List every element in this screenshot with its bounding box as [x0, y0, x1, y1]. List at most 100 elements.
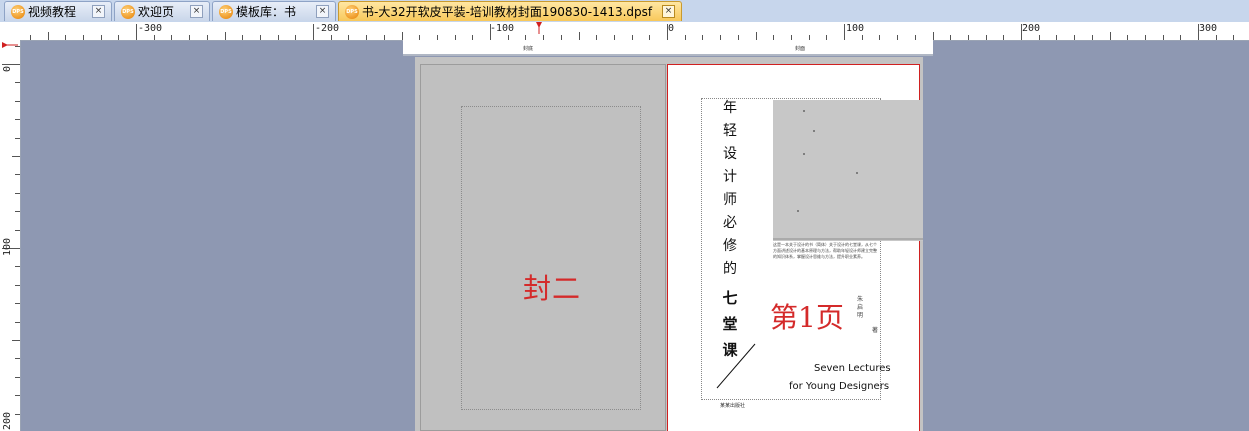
ruler-label: -200 — [315, 23, 340, 34]
ruler-tick — [986, 35, 987, 40]
ruler-tick — [207, 35, 208, 40]
ruler-tick — [15, 395, 20, 396]
dps-icon: DPS — [11, 4, 25, 19]
author-suffix: 著 — [872, 327, 879, 334]
ruler-tick — [1056, 35, 1057, 40]
tab-label: 模板库：书 — [236, 5, 297, 19]
ruler-label: 100 — [846, 23, 865, 34]
ruler-tick — [15, 303, 20, 304]
ruler-tick — [402, 32, 403, 40]
ruler-tick — [15, 101, 20, 102]
ruler-tick — [1074, 35, 1075, 40]
back-cover-label: 封底 — [523, 46, 534, 52]
title-char: 师 — [723, 192, 737, 208]
ruler-tick — [15, 377, 20, 378]
ruler-tick — [48, 32, 49, 40]
vertical-book-title[interactable]: 年 轻 设 计 师 必 修 的 七 堂 课 — [722, 97, 738, 363]
ruler-label: 200 — [1022, 23, 1041, 34]
ruler-label: 0 — [668, 23, 675, 34]
tab-current-document[interactable]: DPS 书-大32开软皮平装-培训教材封面190830-1413.dpsf × — [338, 1, 682, 21]
ruler-tick — [15, 119, 20, 120]
dps-icon: DPS — [345, 4, 359, 19]
image-marker — [797, 210, 799, 212]
title-char: 的 — [723, 261, 737, 277]
title-char: 设 — [723, 146, 737, 162]
spread-guide-strip: 封底 封面 — [403, 40, 933, 56]
vertical-ruler[interactable] — [0, 40, 21, 431]
ruler-label: 0 — [2, 65, 13, 72]
tab-template-library[interactable]: DPS 模板库：书 × — [212, 1, 336, 21]
intro-paragraph[interactable]: 这是一本关于设计的书（简体）关于设计的七堂课，从七个方面讲述设计的基本原理与方法… — [773, 242, 879, 260]
english-title-line2[interactable]: for Young Designers — [789, 381, 889, 392]
ruler-tick — [15, 211, 20, 212]
ruler-tick — [260, 35, 261, 40]
publisher-name[interactable]: 某某出版社 — [720, 402, 745, 409]
ruler-tick — [1216, 35, 1217, 40]
ruler-tick — [65, 35, 66, 40]
tab-label: 视频教程 — [28, 5, 77, 19]
close-icon[interactable]: × — [662, 5, 675, 18]
title-char: 七 — [722, 289, 738, 307]
ruler-label: 300 — [1199, 23, 1218, 34]
ruler-tick — [1127, 35, 1128, 40]
front-cover-label: 封面 — [795, 46, 806, 52]
ruler-tick — [118, 35, 119, 40]
ruler-tick — [2, 64, 20, 65]
ruler-tick — [30, 35, 31, 40]
author-name[interactable]: 朱启明 — [857, 296, 865, 320]
ruler-tick — [1039, 35, 1040, 40]
tab-label: 书-大32开软皮平装-培训教材封面190830-1413.dpsf — [362, 5, 653, 19]
tab-video-tutorial[interactable]: DPS 视频教程 × — [4, 1, 112, 21]
ruler-tick — [1110, 32, 1111, 40]
ruler-tick — [933, 32, 934, 40]
ruler-label: 100 — [2, 237, 13, 256]
ruler-tick — [579, 32, 580, 40]
ruler-tick — [12, 340, 20, 341]
ruler-tick — [15, 285, 20, 286]
ruler-tick — [101, 35, 102, 40]
ruler-tick — [15, 230, 20, 231]
ruler-tick — [950, 35, 951, 40]
close-icon[interactable]: × — [316, 5, 329, 18]
inside-cover-label: 封二 — [523, 272, 582, 305]
ruler-tick — [1145, 35, 1146, 40]
ruler-tick — [15, 266, 20, 267]
ruler-tick — [366, 35, 367, 40]
ruler-tick — [968, 35, 969, 40]
ruler-tick — [348, 35, 349, 40]
ruler-tick — [15, 82, 20, 83]
ruler-tick — [15, 358, 20, 359]
close-icon[interactable]: × — [92, 5, 105, 18]
close-icon[interactable]: × — [190, 5, 203, 18]
ruler-position-marker-icon[interactable] — [2, 42, 18, 48]
dps-icon: DPS — [219, 4, 233, 19]
ruler-position-marker-icon[interactable] — [536, 22, 542, 34]
horizontal-ruler[interactable] — [0, 22, 1249, 41]
margin-guide — [461, 106, 641, 410]
english-title-line1[interactable]: Seven Lectures — [814, 363, 891, 374]
document-tab-bar: DPS 视频教程 × DPS 欢迎页 × DPS 模板库：书 × DPS 书-大… — [0, 0, 1249, 23]
title-char: 必 — [723, 215, 737, 231]
ruler-tick — [278, 35, 279, 40]
ruler-label: -300 — [138, 23, 163, 34]
inside-front-cover[interactable]: 封二 — [420, 64, 666, 431]
ruler-label: 200 — [2, 411, 13, 430]
ruler-tick — [1180, 35, 1181, 40]
title-char: 堂 — [722, 315, 738, 333]
tab-welcome[interactable]: DPS 欢迎页 × — [114, 1, 210, 21]
image-placeholder[interactable] — [773, 100, 923, 241]
ruler-tick — [313, 24, 314, 40]
ruler-tick — [331, 35, 332, 40]
ruler-tick — [225, 32, 226, 40]
ruler-tick — [83, 35, 84, 40]
dps-icon: DPS — [121, 4, 135, 19]
image-marker — [856, 172, 858, 174]
ruler-tick — [1233, 35, 1234, 40]
image-marker — [803, 153, 805, 155]
page-one-label: 第1页 — [770, 301, 844, 334]
ruler-tick — [1163, 35, 1164, 40]
ruler-tick — [15, 414, 20, 415]
ruler-label: -100 — [490, 23, 515, 34]
ruler-tick — [12, 156, 20, 157]
title-char: 计 — [723, 169, 737, 185]
